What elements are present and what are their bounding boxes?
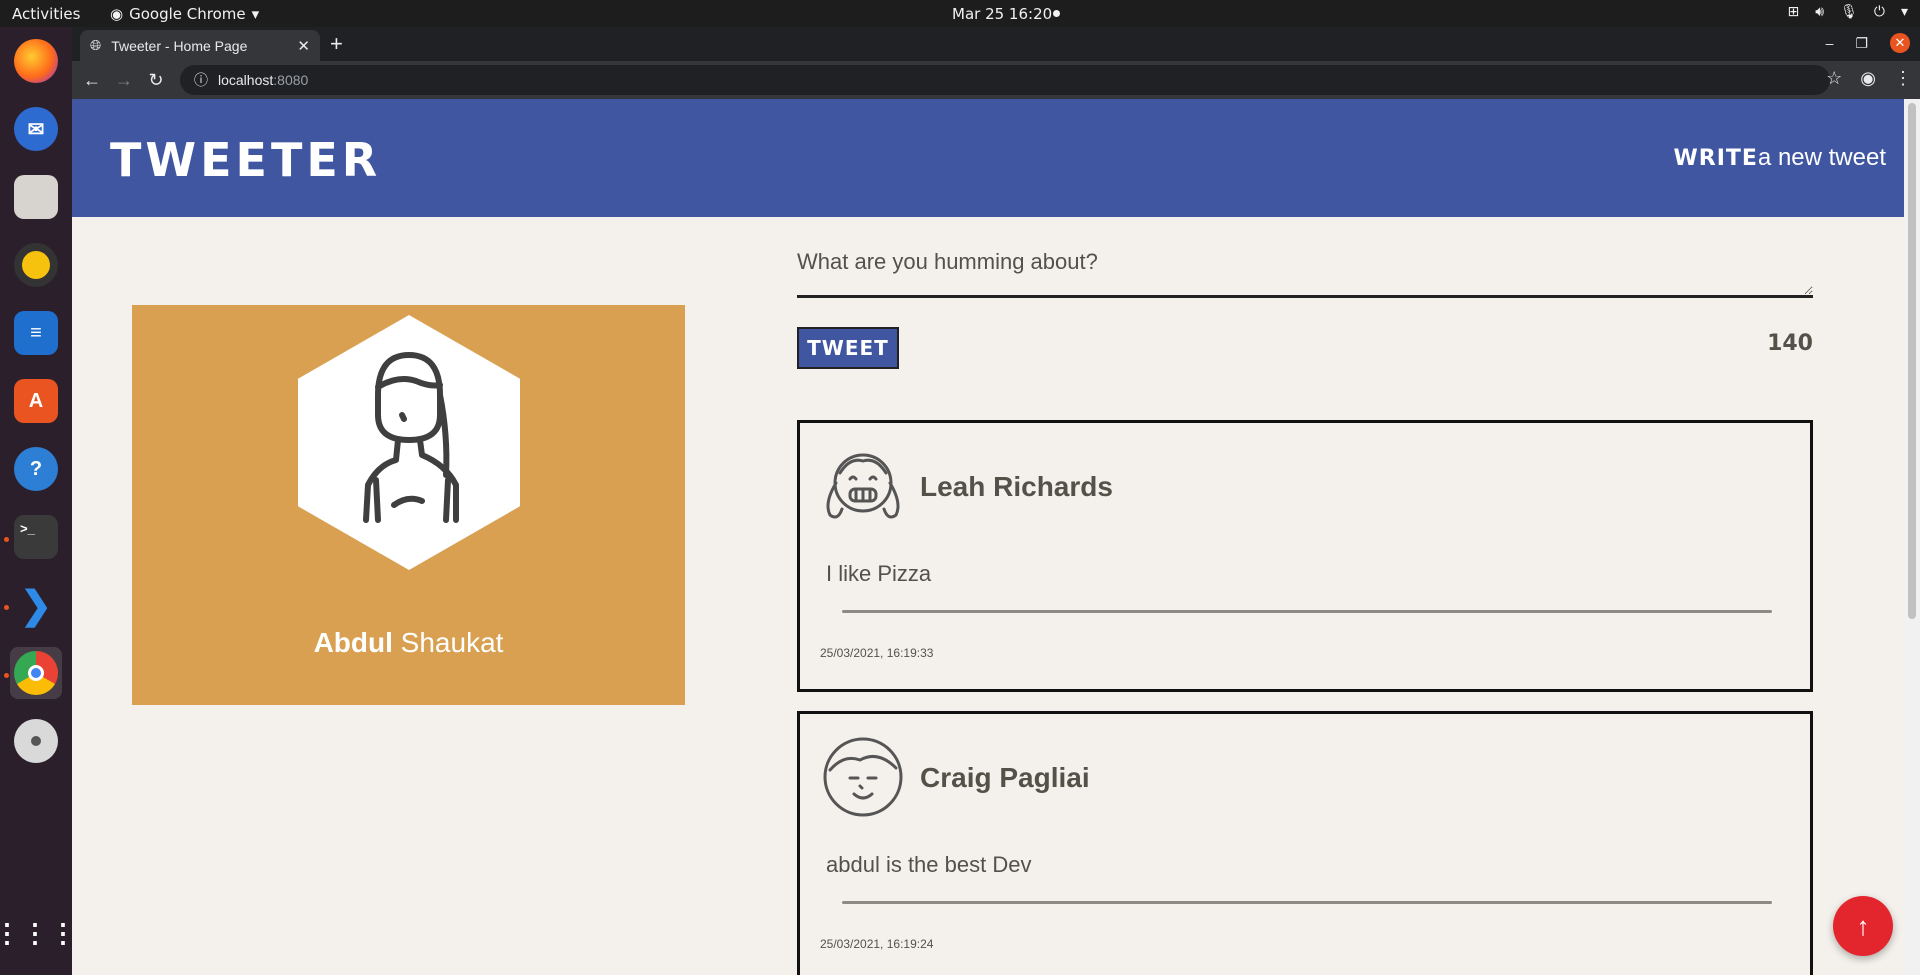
dock: ✉ ≡ A ? >_ ❯ ⋮⋮⋮	[0, 27, 78, 975]
bookmark-star-icon[interactable]: ☆	[1826, 68, 1842, 89]
tweet-text: abdul is the best Dev	[826, 852, 1032, 877]
running-indicator	[4, 537, 9, 542]
page-scrollbar[interactable]	[1904, 99, 1920, 975]
info-icon[interactable]: ⓘ	[194, 70, 208, 90]
tab-title: Tweeter - Home Page	[111, 37, 248, 54]
tweet-textarea[interactable]	[797, 235, 1813, 298]
forward-button[interactable]: →	[108, 70, 140, 91]
app-grid-icon: ⋮⋮⋮	[0, 917, 78, 948]
activities-button[interactable]: Activities	[12, 5, 80, 23]
write-rest-label: a new tweet	[1757, 144, 1886, 171]
browser-toolbar: ← → ↻ ⓘ localhost:8080 ☆ ◉ ⋮	[72, 61, 1920, 99]
tab-close-icon[interactable]: ✕	[297, 37, 310, 55]
app-center-icon: A	[14, 379, 58, 423]
back-button[interactable]: ←	[76, 70, 108, 91]
app-menu-label: Google Chrome	[129, 5, 246, 23]
page-viewport: Tweeter Write a new tweet	[72, 99, 1904, 975]
running-indicator	[4, 673, 9, 678]
tweet-timestamp: 25/03/2021, 16:19:33	[820, 646, 934, 660]
dock-app-center[interactable]: A	[10, 375, 62, 427]
write-new-tweet-link[interactable]: Write a new tweet	[1673, 144, 1886, 172]
chevron-down-icon: ▾	[251, 5, 260, 23]
url-host: localhost	[218, 72, 274, 88]
tweet-divider	[842, 610, 1772, 613]
disc-icon	[14, 719, 58, 763]
tweet-timestamp: 25/03/2021, 16:19:24	[820, 937, 934, 951]
reload-button[interactable]: ↻	[140, 70, 172, 91]
profile-name: Abdul Shaukat	[132, 627, 685, 659]
woman-avatar-icon	[363, 352, 459, 523]
thunderbird-icon: ✉	[14, 107, 58, 151]
arrow-up-icon: ↑	[1856, 910, 1870, 941]
site-brand: Tweeter	[110, 133, 382, 187]
chrome-small-icon: ◉	[110, 5, 124, 23]
write-bold-label: Write	[1673, 146, 1758, 171]
network-icon: ⊞	[1787, 4, 1800, 20]
help-icon: ?	[14, 447, 58, 491]
system-tray[interactable]: ⊞ 🔊︎ 🎙︎ ⏻ ▾	[1788, 4, 1908, 20]
close-window-button[interactable]: ✕	[1890, 33, 1910, 53]
app-menu[interactable]: ◉ Google Chrome ▾	[110, 5, 259, 23]
writer-icon: ≡	[14, 311, 58, 355]
new-tab-button[interactable]: +	[330, 33, 343, 55]
dock-vscode[interactable]: ❯	[10, 579, 62, 631]
window-controls: – ❐ ✕	[1826, 33, 1910, 53]
microphone-icon: 🎙︎	[1840, 4, 1858, 20]
tweet-card: Craig Pagliai abdul is the best Dev 25/0…	[797, 711, 1813, 975]
dock-writer[interactable]: ≡	[10, 307, 62, 359]
terminal-icon: >_	[14, 515, 58, 559]
dock-disc[interactable]	[10, 715, 62, 767]
boy-avatar-icon	[823, 737, 903, 817]
character-counter: 140	[1767, 331, 1813, 356]
dock-firefox[interactable]	[10, 35, 62, 87]
dock-help[interactable]: ?	[10, 443, 62, 495]
profile-last-name: Shaukat	[400, 627, 504, 658]
tweet-button[interactable]: Tweet	[797, 327, 899, 369]
chevron-down-icon: ▾	[1900, 4, 1908, 20]
tweet-text: I like Pizza	[826, 561, 932, 586]
url-port: :8080	[273, 72, 309, 88]
dock-thunderbird[interactable]: ✉	[10, 103, 62, 155]
dock-chrome[interactable]	[10, 647, 62, 699]
tweet-card: Leah Richards I like Pizza 25/03/2021, 1…	[797, 420, 1813, 692]
profile-first-name: Abdul	[313, 627, 393, 658]
address-bar[interactable]: ⓘ localhost:8080	[180, 65, 1830, 95]
scrollbar-thumb[interactable]	[1908, 103, 1916, 619]
rhythmbox-icon	[14, 243, 58, 287]
tweet-divider	[842, 901, 1772, 904]
browser-window: 🌐︎ Tweeter - Home Page ✕ + – ❐ ✕ ← → ↻ ⓘ…	[72, 27, 1920, 975]
dock-app-grid[interactable]: ⋮⋮⋮	[0, 907, 78, 959]
volume-icon: 🔊︎	[1815, 4, 1825, 20]
toolbar-right: ☆ ◉ ⋮	[1826, 68, 1912, 89]
power-icon: ⏻	[1873, 4, 1885, 20]
tab-home[interactable]: 🌐︎ Tweeter - Home Page ✕	[80, 30, 320, 61]
restore-button[interactable]: ❐	[1855, 35, 1868, 52]
clock[interactable]: Mar 25 16:20	[952, 5, 1052, 23]
tab-strip: 🌐︎ Tweeter - Home Page ✕ + – ❐ ✕	[72, 27, 1920, 61]
globe-icon: 🌐︎	[90, 37, 102, 53]
site-header: Tweeter Write a new tweet	[72, 99, 1904, 217]
dock-rhythmbox[interactable]	[10, 239, 62, 291]
girl-avatar-icon	[826, 453, 900, 519]
tweet-composer: Tweet 140	[797, 235, 1813, 369]
dock-terminal[interactable]: >_	[10, 511, 62, 563]
dock-files[interactable]	[10, 171, 62, 223]
files-icon	[14, 175, 58, 219]
notification-dot	[1053, 10, 1060, 17]
menu-kebab-icon[interactable]: ⋮	[1894, 68, 1912, 89]
tweet-author: Craig Pagliai	[920, 762, 1090, 793]
profile-icon[interactable]: ◉	[1860, 68, 1876, 89]
profile-avatar	[298, 315, 520, 570]
profile-card: Abdul Shaukat	[132, 305, 685, 705]
scroll-to-top-button[interactable]: ↑	[1833, 896, 1893, 956]
vscode-icon: ❯	[20, 584, 52, 627]
minimize-button[interactable]: –	[1826, 35, 1834, 51]
chrome-icon	[14, 651, 58, 695]
tweet-author: Leah Richards	[920, 471, 1113, 502]
firefox-icon	[14, 39, 58, 83]
running-indicator	[4, 605, 9, 610]
system-top-bar: Activities ◉ Google Chrome ▾ Mar 25 16:2…	[0, 0, 1920, 27]
